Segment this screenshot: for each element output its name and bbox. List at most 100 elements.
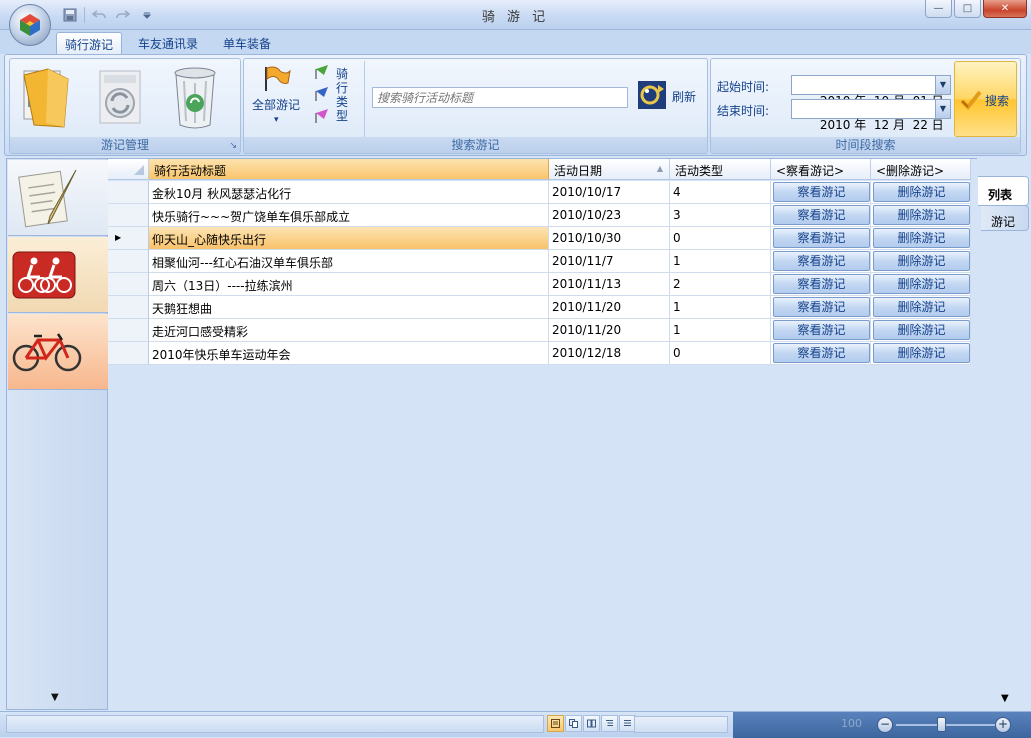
close-button[interactable]: ✕ [983,0,1027,18]
tab-cycling-journal[interactable]: 骑行游记 [56,32,123,54]
header-row-selector[interactable] [108,159,149,180]
view-journal-button[interactable]: 察看游记 [773,274,870,294]
row-selector[interactable] [108,319,149,342]
cell-date: 2010/10/23 [549,204,670,227]
recycle-bin-icon[interactable] [166,65,226,131]
view-outline-icon[interactable] [601,715,618,732]
grid-header: 骑行活动标题 活动日期 ▲ 活动类型 <察看游记> <删除游记> [108,159,971,180]
delete-journal-button[interactable]: 删除游记 [873,274,970,294]
dialog-launcher-icon[interactable]: ↘ [229,141,237,151]
period-search-button[interactable]: 搜索 [954,61,1017,137]
table-row[interactable]: 周六（13日）----拉练滨州 2010/11/13 2 察看游记 删除游记 [108,273,971,296]
end-date-dropdown[interactable]: ▼ [935,100,950,118]
cell-view: 察看游记 [771,227,871,250]
application-menu-button[interactable] [9,4,51,46]
search-input[interactable] [372,87,628,108]
all-trips-button[interactable]: 全部游记 ▾ [250,63,304,135]
delete-journal-button[interactable]: 删除游记 [873,320,970,340]
tab-list-view[interactable]: 列表 [978,176,1029,206]
table-row[interactable]: 天鹅狂想曲 2010/11/20 1 察看游记 删除游记 [108,296,971,319]
view-journal-button[interactable]: 察看游记 [773,251,870,271]
view-normal-icon[interactable] [547,715,564,732]
header-date[interactable]: 活动日期 ▲ [549,159,670,180]
cell-type: 4 [670,181,771,204]
zoom-in-icon[interactable]: + [995,717,1011,733]
view-book-icon[interactable] [583,715,600,732]
zoom-slider-track[interactable] [896,724,996,726]
start-date-dropdown[interactable]: ▼ [935,76,950,94]
cell-type: 1 [670,250,771,273]
journal-grid: 骑行活动标题 活动日期 ▲ 活动类型 <察看游记> <删除游记> 金秋10月 秋… [108,158,977,710]
delete-journal-button[interactable]: 删除游记 [873,297,970,317]
cell-view: 察看游记 [771,181,871,204]
row-selector[interactable] [108,273,149,296]
view-journal-button[interactable]: 察看游记 [773,205,870,225]
cell-type: 0 [670,342,771,365]
row-selector[interactable]: ▶ [108,227,149,250]
cell-view: 察看游记 [771,342,871,365]
start-date-picker[interactable]: 2010 年 10 月 01 日 ▼ [791,75,951,108]
table-row[interactable]: 2010年快乐单车运动年会 2010/12/18 0 察看游记 删除游记 [108,342,971,365]
delete-journal-button[interactable]: 删除游记 [873,182,970,202]
start-date-label: 起始时间: [717,80,770,94]
delete-journal-button[interactable]: 删除游记 [873,251,970,271]
row-selector[interactable] [108,342,149,365]
trip-type-button[interactable]: 骑行类型 [310,63,356,135]
cell-date: 2010/10/30 [549,227,670,250]
view-journal-button[interactable]: 察看游记 [773,320,870,340]
nav-club-riders[interactable] [8,237,108,313]
view-journal-button[interactable]: 察看游记 [773,228,870,248]
delete-journal-button[interactable]: 删除游记 [873,228,970,248]
delete-journal-button[interactable]: 删除游记 [873,343,970,363]
header-delete[interactable]: <删除游记> [871,159,971,180]
nav-bicycle[interactable] [8,314,108,390]
cell-date: 2010/11/20 [549,319,670,342]
nav-scroll-down-icon[interactable]: ▼ [51,692,59,703]
row-selector[interactable] [108,204,149,227]
right-scroll-down-icon[interactable]: ▼ [1001,693,1009,704]
header-type[interactable]: 活动类型 [670,159,771,180]
window-title: 骑 游 记 [481,10,550,25]
zoom-slider-thumb[interactable] [937,717,946,732]
table-row[interactable]: 金秋10月 秋风瑟瑟沾化行 2010/10/17 4 察看游记 删除游记 [108,181,971,204]
delete-journal-button[interactable]: 删除游记 [873,205,970,225]
view-journal-button[interactable]: 察看游记 [773,182,870,202]
nav-journal-notes[interactable] [8,160,108,236]
row-selector[interactable] [108,181,149,204]
view-mode-buttons [547,715,636,732]
header-date-label: 活动日期 [554,164,603,178]
search-check-icon [960,90,982,110]
view-journal-button[interactable]: 察看游记 [773,343,870,363]
trip-type-flags-icon [315,65,328,123]
group-label-manage: 游记管理 [10,137,240,153]
zoom-value: 100 [841,717,862,730]
view-layout-icon[interactable] [565,715,582,732]
select-all-icon [134,165,144,175]
tab-contacts[interactable]: 车友通讯录 [130,32,206,54]
tab-gear[interactable]: 单车装备 [215,32,279,54]
cell-title: 快乐骑行~~~贺广饶单车俱乐部成立 [149,204,549,227]
maximize-button[interactable]: □ [954,0,981,18]
header-view[interactable]: <察看游记> [771,159,871,180]
cell-delete: 删除游记 [871,250,971,273]
cell-delete: 删除游记 [871,227,971,250]
cell-title: 金秋10月 秋风瑟瑟沾化行 [149,181,549,204]
row-selector[interactable] [108,250,149,273]
folder-icon[interactable] [18,65,78,131]
header-title[interactable]: 骑行活动标题 [149,159,549,180]
row-selector[interactable] [108,296,149,319]
zoom-out-icon[interactable]: − [877,717,893,733]
end-date-picker[interactable]: 2010 年 12 月 22 日 ▼ [791,99,951,132]
cell-date: 2010/11/7 [549,250,670,273]
sync-icon[interactable] [92,65,152,131]
table-row[interactable]: ▶ 仰天山_心随快乐出行 2010/10/30 0 察看游记 删除游记 [108,227,971,250]
right-view-tabs: 列表 游记 ▼ [977,158,1031,710]
bicycle-icon [12,333,82,372]
refresh-button[interactable]: 刷新 [636,79,706,115]
table-row[interactable]: 相聚仙河---红心石油汉单车俱乐部 2010/11/7 1 察看游记 删除游记 [108,250,971,273]
minimize-button[interactable]: — [925,0,952,18]
table-row[interactable]: 快乐骑行~~~贺广饶单车俱乐部成立 2010/10/23 3 察看游记 删除游记 [108,204,971,227]
table-row[interactable]: 走近河口感受精彩 2010/11/20 1 察看游记 删除游记 [108,319,971,342]
tab-journal-view[interactable]: 游记 [981,205,1029,231]
view-journal-button[interactable]: 察看游记 [773,297,870,317]
